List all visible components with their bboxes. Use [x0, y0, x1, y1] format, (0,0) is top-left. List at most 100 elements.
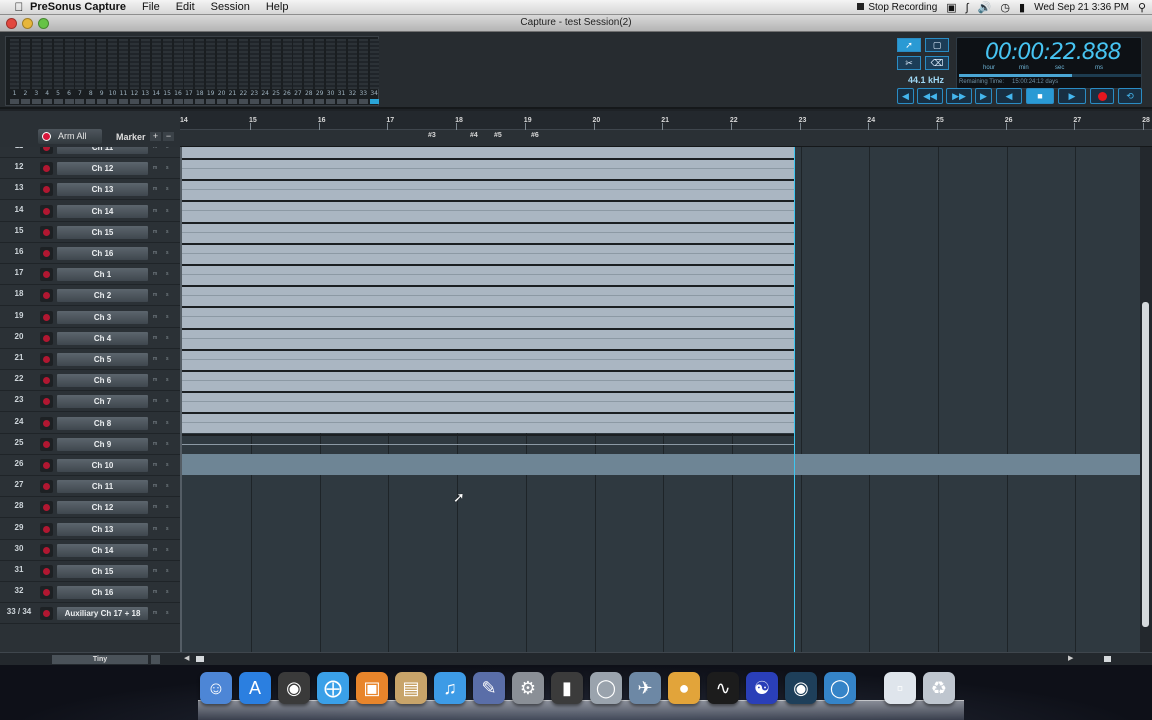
- photo-app-icon[interactable]: ✈: [629, 672, 661, 704]
- record-arm-button[interactable]: [40, 225, 53, 239]
- system-preferences-icon[interactable]: ⚙: [512, 672, 544, 704]
- solo-button[interactable]: s: [166, 335, 169, 341]
- track-row[interactable]: 16 Ch 16 m s: [0, 243, 180, 264]
- solo-button[interactable]: s: [166, 250, 169, 256]
- minimize-window-button[interactable]: [22, 18, 33, 29]
- track-row[interactable]: 13 Ch 13 m s: [0, 179, 180, 201]
- trash-icon[interactable]: ♻: [923, 672, 955, 704]
- meter-channel-toggle[interactable]: [184, 99, 194, 104]
- menu-session[interactable]: Session: [211, 1, 250, 13]
- meter-channel-toggle[interactable]: [217, 99, 227, 104]
- dashboard-icon[interactable]: ◉: [278, 672, 310, 704]
- horizontal-scrollbar[interactable]: ◀ ▶: [180, 652, 1152, 665]
- time-machine-icon[interactable]: ◷: [1000, 1, 1010, 14]
- record-arm-button[interactable]: [40, 437, 53, 451]
- meter-channel-toggle[interactable]: [195, 99, 205, 104]
- track-name[interactable]: Ch 15: [57, 565, 148, 578]
- monitor-button[interactable]: m: [153, 462, 157, 468]
- track-name[interactable]: Ch 12: [57, 501, 148, 515]
- track-row[interactable]: 22 Ch 6 m s: [0, 370, 180, 392]
- monitor-button[interactable]: m: [153, 377, 157, 383]
- record-arm-button[interactable]: [40, 147, 53, 154]
- meter-channel-toggle[interactable]: [326, 99, 336, 104]
- goto-end-button[interactable]: ▶: [975, 88, 992, 104]
- track-row[interactable]: 15 Ch 15 m s: [0, 222, 180, 243]
- monitor-button[interactable]: m: [153, 271, 157, 277]
- range-tool-button[interactable]: ▢: [925, 38, 949, 52]
- monitor-button[interactable]: m: [153, 335, 157, 341]
- track-name[interactable]: Ch 12: [57, 162, 148, 176]
- track-name[interactable]: Ch 11: [57, 147, 148, 154]
- vertical-scroll-thumb[interactable]: [1142, 302, 1149, 627]
- menu-app-name[interactable]: PreSonus Capture: [30, 1, 126, 13]
- monitor-button[interactable]: m: [153, 229, 157, 235]
- meter-channel-toggle[interactable]: [271, 99, 281, 104]
- track-name[interactable]: Ch 14: [57, 204, 148, 218]
- menu-help[interactable]: Help: [266, 1, 289, 13]
- track-name[interactable]: Ch 10: [57, 459, 148, 472]
- monitor-button[interactable]: m: [153, 186, 157, 192]
- meter-channel-toggle[interactable]: [97, 99, 107, 104]
- monitor-button[interactable]: m: [153, 568, 157, 574]
- meter-channel-toggle[interactable]: [358, 99, 368, 104]
- spotlight-search-icon[interactable]: ⚲: [1138, 1, 1146, 14]
- arrow-tool-button[interactable]: ➚: [897, 38, 921, 52]
- solo-button[interactable]: s: [166, 377, 169, 383]
- meter-channel-toggle[interactable]: [119, 99, 128, 104]
- record-button[interactable]: [1090, 88, 1114, 104]
- meter-channel-toggle[interactable]: [293, 99, 303, 104]
- app-store-icon[interactable]: A: [239, 672, 271, 704]
- track-name[interactable]: Ch 3: [57, 310, 148, 324]
- track-name[interactable]: Ch 6: [57, 374, 148, 388]
- meter-channel-toggle[interactable]: [20, 99, 30, 104]
- quicktime-icon[interactable]: ✎: [473, 672, 505, 704]
- split-tool-button[interactable]: ✂: [897, 56, 921, 70]
- record-arm-button[interactable]: [40, 331, 53, 345]
- record-arm-button[interactable]: [40, 204, 53, 218]
- zoom-slider-thumb[interactable]: [1104, 656, 1111, 662]
- monitor-button[interactable]: m: [153, 250, 157, 256]
- menu-edit[interactable]: Edit: [176, 1, 195, 13]
- record-arm-button[interactable]: [40, 268, 53, 282]
- track-row[interactable]: 24 Ch 8 m s: [0, 413, 180, 434]
- marker-label[interactable]: #4: [470, 132, 478, 139]
- meter-channel-toggle[interactable]: [151, 99, 161, 104]
- solo-button[interactable]: s: [166, 568, 169, 574]
- track-name[interactable]: Ch 16: [57, 586, 148, 600]
- monitor-button[interactable]: m: [153, 314, 157, 320]
- meter-channel-toggle[interactable]: [282, 99, 292, 104]
- meter-channel-toggle[interactable]: [75, 99, 85, 104]
- solo-button[interactable]: s: [166, 356, 169, 362]
- zoom-window-button[interactable]: [38, 18, 49, 29]
- scroll-right-arrow-icon[interactable]: ▶: [1068, 654, 1073, 662]
- record-arm-button[interactable]: [40, 501, 53, 515]
- solo-button[interactable]: s: [166, 589, 169, 595]
- safari-icon[interactable]: ⨁: [317, 672, 349, 704]
- remove-marker-button[interactable]: −: [163, 132, 174, 141]
- marker-label[interactable]: #5: [494, 132, 502, 139]
- scroll-left-arrow-icon[interactable]: ◀: [184, 654, 189, 662]
- solo-button[interactable]: s: [166, 441, 169, 447]
- volume-icon[interactable]: 🔊: [978, 1, 992, 14]
- meter-channel-toggle[interactable]: [42, 99, 52, 104]
- meter-channel-toggle[interactable]: [238, 99, 248, 104]
- dvd-player-icon[interactable]: ●: [668, 672, 700, 704]
- apple-menu-icon[interactable]: : [8, 0, 30, 14]
- track-name[interactable]: Ch 11: [57, 480, 148, 494]
- meter-channel-toggle[interactable]: [173, 99, 183, 104]
- track-name[interactable]: Ch 16: [57, 247, 148, 260]
- solo-button[interactable]: s: [166, 271, 169, 277]
- meter-channel-toggle[interactable]: [337, 99, 346, 104]
- track-row[interactable]: 28 Ch 12 m s: [0, 497, 180, 519]
- solo-button[interactable]: s: [166, 526, 169, 532]
- record-arm-button[interactable]: [40, 183, 53, 197]
- marker-lane[interactable]: #3 #4 #5 #6: [180, 130, 1152, 147]
- menu-clock[interactable]: Wed Sep 21 3:36 PM: [1034, 2, 1129, 13]
- vertical-scrollbar[interactable]: [1140, 147, 1152, 652]
- recorded-events[interactable]: [182, 147, 794, 445]
- rewind-button[interactable]: ◀◀: [917, 88, 943, 104]
- meter-channel-toggle[interactable]: [108, 99, 118, 104]
- track-row[interactable]: 27 Ch 11 m s: [0, 476, 180, 498]
- track-row[interactable]: 25 Ch 9 m s: [0, 434, 180, 455]
- solo-button[interactable]: s: [166, 147, 169, 150]
